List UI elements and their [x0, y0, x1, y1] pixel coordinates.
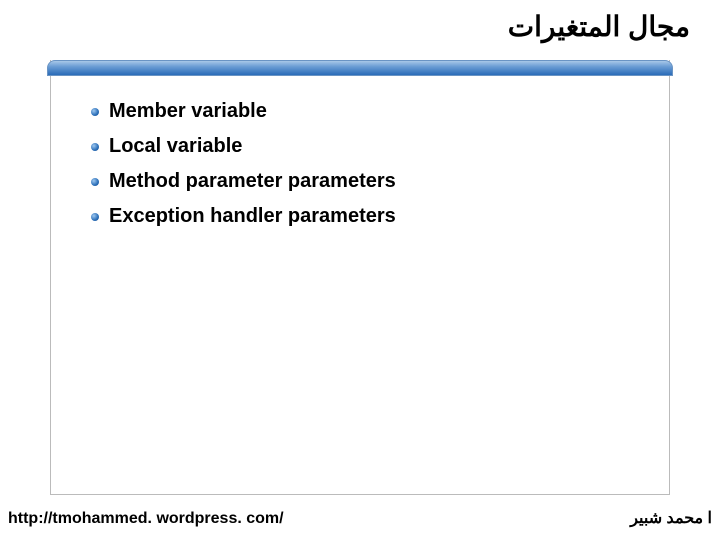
footer-url: http://tmohammed. wordpress. com/: [8, 510, 284, 528]
bullet-icon: [91, 108, 99, 116]
item-text: Member variable: [109, 100, 267, 123]
content-frame: Member variable Local variable Method pa…: [50, 60, 670, 495]
item-text: Exception handler parameters: [109, 205, 396, 228]
slide-title: مجال المتغيرات: [508, 10, 690, 43]
list-item: Exception handler parameters: [91, 205, 669, 228]
footer-author: ا محمد شبير: [630, 508, 712, 528]
list-item: Method parameter parameters: [91, 170, 669, 193]
item-text: Method parameter parameters: [109, 170, 396, 193]
item-text: Local variable: [109, 135, 242, 158]
bullet-icon: [91, 213, 99, 221]
bullet-icon: [91, 143, 99, 151]
list-item: Member variable: [91, 100, 669, 123]
bullet-list: Member variable Local variable Method pa…: [51, 100, 669, 228]
list-item: Local variable: [91, 135, 669, 158]
bullet-icon: [91, 178, 99, 186]
